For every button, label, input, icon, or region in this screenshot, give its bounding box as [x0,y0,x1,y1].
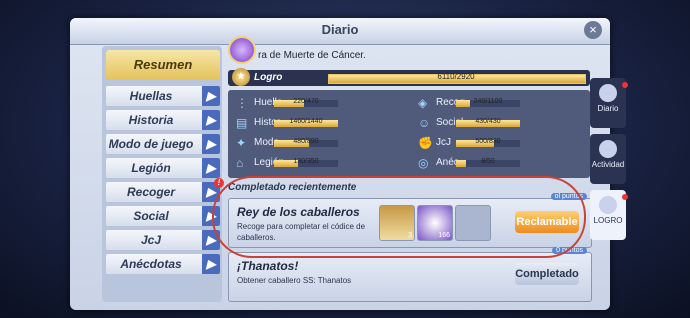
swirl-icon: ◎ [418,156,429,170]
stat-row: ✦ Modo 480/890 [236,136,356,152]
tab-label: Diario [597,104,619,113]
stat-value: 220/470 [293,98,319,105]
avatar-icon [228,36,256,64]
sidebar-item-legion[interactable]: Legión ▶ [106,158,220,178]
temple-icon: ⌂ [236,156,244,170]
stat-value: 430/430 [475,118,501,125]
stat-row: ▤ Histor 1460/1440 [236,116,356,132]
player-header: ra de Muerte de Cáncer. [228,36,590,68]
sidebar-item-label: Anécdotas [120,257,182,271]
collect-icon: ◈ [418,96,428,110]
stat-value: 1460/1440 [289,118,323,125]
card-title: ¡Thanatos! [237,259,299,273]
achievement-card: 0 puntos ¡Thanatos! Obtener caballero SS… [228,247,592,302]
chevron-right-icon: ▶ [202,254,220,274]
chevron-right-icon: ▶ [202,134,220,154]
chevron-right-icon: ▶ [202,110,220,130]
notification-badge: ! [214,178,224,188]
window-titlebar: Diario × [70,18,610,45]
sidebar-item-resumen[interactable]: Resumen [106,50,220,80]
sidebar-item-historia[interactable]: Historia ▶ [106,110,220,130]
stats-panel: ⋮ Huella 220/470 ▤ Histor 1460/1440 ✦ Mo… [228,90,590,178]
tab-label: Actividad [591,160,625,169]
card-desc: Obtener caballero SS: Thanatos [237,276,352,285]
stat-value: 480/890 [293,138,319,145]
close-icon[interactable]: × [584,21,602,39]
logro-progress: ★ Logro 6110/2920 [228,68,590,86]
logro-value: 6110/2920 [437,72,475,81]
sidebar-item-modo-de-juego[interactable]: Modo de juego ▶ [106,134,220,154]
sidebar-item-label: Historia [128,113,174,127]
chevron-right-icon: ▶ [202,86,220,106]
sidebar-item-huellas[interactable]: Huellas ▶ [106,86,220,106]
sidebar-item-label: JcJ [140,233,162,247]
book-icon: ▤ [236,116,248,130]
stat-row: ◈ Recog 240/1100 [418,96,568,112]
activity-icon [599,140,617,158]
highlight-ring [212,176,586,258]
window-title: Diario [321,22,359,37]
tab-actividad[interactable]: Actividad [590,134,626,184]
sidebar-item-label: Huellas [129,89,173,103]
stat-value: 500/830 [475,138,501,145]
star-icon: ✦ [236,136,247,150]
stat-row: ◎ Anéc 8/50 [418,156,568,172]
social-icon: ☺ [418,116,431,130]
stat-value: 240/1100 [473,98,503,105]
completed-button[interactable]: Completado [515,263,579,285]
trophy-icon [599,196,617,214]
stat-name: JcJ [436,137,451,148]
diary-icon [599,84,617,102]
logro-label: Logro [254,72,283,83]
main-panel: ra de Muerte de Cáncer. ★ Logro 6110/292… [228,36,592,302]
sidebar-item-social[interactable]: Social ▶ [106,206,220,226]
stat-row: ✊ JcJ 500/830 [418,136,568,152]
sidebar-item-anecdotas[interactable]: Anécdotas ▶ [106,254,220,274]
footprint-icon: ⋮ [236,96,248,110]
fist-icon: ✊ [418,136,433,150]
player-title: ra de Muerte de Cáncer. [258,50,366,61]
sidebar-item-label: Modo de juego [108,137,194,151]
tab-label: LOGRO [593,216,623,225]
tab-logro[interactable]: LOGRO [590,190,628,240]
stat-row: ⌂ Legión 130/350 [236,156,356,172]
stat-row: ⋮ Huella 220/470 [236,96,356,112]
stat-value: 8/50 [481,158,495,165]
sidebar-item-label: Recoger [126,185,176,199]
medal-icon: ★ [232,68,250,86]
sidebar-item-label: Social [133,209,169,223]
sidebar-item-label: Legión [131,161,171,175]
notification-dot [622,194,628,200]
notification-dot [622,82,628,88]
tab-diario[interactable]: Diario [590,78,628,128]
sidebar: Resumen Huellas ▶ Historia ▶ Modo de jue… [102,46,224,302]
sidebar-item-recoger[interactable]: Recoger ▶ ! [106,178,224,202]
diary-window: Diario × Resumen Huellas ▶ Historia ▶ Mo… [70,18,610,310]
stat-row: ☺ Social 430/430 [418,116,568,132]
chevron-right-icon: ▶ [202,158,220,178]
stat-value: 130/350 [293,158,319,165]
sidebar-item-jcj[interactable]: JcJ ▶ [106,230,220,250]
right-tabs: Diario Actividad LOGRO [590,78,628,248]
